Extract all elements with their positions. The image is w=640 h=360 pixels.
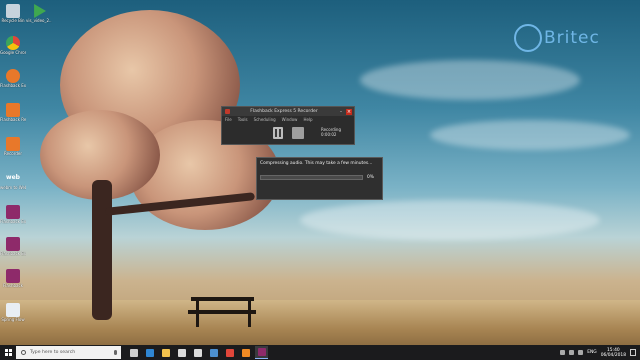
recycle-bin-icon (6, 4, 20, 18)
system-tray: ENG 15:40 06/04/2018 (560, 348, 640, 358)
flashback-express-icon (6, 237, 20, 251)
desktop-icon-recycle-bin[interactable]: Recycle Bin (0, 4, 26, 23)
taskbar-app-file-explorer[interactable] (159, 346, 172, 359)
taskbar-search[interactable]: Type here to search (16, 346, 121, 359)
video-file-icon (34, 4, 46, 18)
recorder-controls: Recording 0:00:02 (222, 123, 354, 143)
menu-help[interactable]: Help (303, 117, 312, 122)
desktop-icon-flashback-express-2[interactable]: Flashback Express (0, 237, 26, 256)
taskbar: Type here to search ENG 15:40 06/04/2018 (0, 345, 640, 360)
recorder-icon (6, 137, 20, 151)
search-placeholder: Type here to search (30, 350, 76, 355)
flashback-icon (6, 269, 20, 283)
desktop-icon-chrome[interactable]: Google Chrome (0, 36, 26, 55)
network-icon[interactable] (569, 350, 575, 355)
menu-window[interactable]: Window (282, 117, 298, 122)
menu-tools[interactable]: Tools (238, 117, 248, 122)
pause-button[interactable] (273, 127, 283, 139)
people-icon[interactable] (560, 350, 566, 355)
compress-dialog: Compressing audio. This may take a few m… (256, 157, 383, 200)
recorder-window: Flashback Express 5 Recorder – × File To… (221, 106, 355, 145)
file-explorer-icon (161, 348, 170, 357)
taskbar-app-edge[interactable] (143, 346, 156, 359)
compress-percent: 0% (367, 175, 374, 180)
chrome-icon (6, 36, 20, 50)
flashback-recorder-icon (6, 103, 20, 117)
taskbar-app-flashback[interactable] (255, 346, 268, 359)
vlc-icon (241, 348, 250, 357)
close-button[interactable]: × (346, 108, 352, 115)
flashback-icon (257, 348, 266, 356)
store-icon (177, 348, 186, 357)
language-indicator[interactable]: ENG (587, 350, 596, 355)
stop-button[interactable] (292, 127, 304, 139)
mail-icon (193, 348, 202, 357)
recorder-title: Flashback Express 5 Recorder (250, 109, 318, 114)
start-button[interactable] (0, 345, 16, 360)
desktop-icon-video[interactable]: vis_video_2... (26, 4, 52, 23)
taskbar-app-vlc[interactable] (239, 346, 252, 359)
volume-icon[interactable] (578, 350, 584, 355)
document-icon (6, 303, 20, 317)
desktop-icon-flashback-1[interactable]: Flashback (0, 269, 26, 288)
globe-icon (514, 24, 542, 52)
menu-file[interactable]: File (225, 117, 232, 122)
menu-scheduling[interactable]: Scheduling (254, 117, 276, 122)
clock-date: 06/04/2018 (600, 352, 626, 358)
edge-icon (145, 348, 154, 357)
desktop-icon-flashback-recorder[interactable]: Flashback Recorder (0, 103, 26, 122)
recorder-menu: File Tools Scheduling Window Help (222, 116, 354, 123)
taskbar-apps (127, 346, 268, 359)
photos-icon (209, 348, 218, 357)
taskbar-app-mail[interactable] (191, 346, 204, 359)
clock[interactable]: 15:40 06/04/2018 (601, 348, 626, 358)
recorder-title-bar[interactable]: Flashback Express 5 Recorder – × (222, 107, 354, 116)
recording-elapsed: 0:00:02 (321, 132, 337, 137)
desktop-icon-spring-flow[interactable]: Spring Flow (0, 303, 26, 322)
taskbar-app-photos[interactable] (207, 346, 220, 359)
chrome-icon (225, 348, 234, 357)
task-view-icon (129, 348, 138, 357)
microphone-icon[interactable] (114, 350, 117, 355)
search-icon (21, 350, 26, 355)
desktop-icon-recorder[interactable]: Recorder (0, 137, 26, 156)
britec-logo: Britec (512, 24, 612, 52)
compress-message: Compressing audio. This may take a few m… (260, 161, 373, 166)
recording-status: Recording 0:00:02 (321, 127, 341, 137)
compress-progress-bar (260, 175, 363, 180)
taskbar-app-store[interactable] (175, 346, 188, 359)
taskbar-app-chrome[interactable] (223, 346, 236, 359)
notifications-icon[interactable] (630, 349, 636, 356)
desktop-icons: Recycle Bin vis_video_2... Google Chrome… (0, 0, 52, 340)
windows-logo-icon (4, 349, 12, 356)
minimize-button[interactable]: – (338, 109, 344, 115)
flashback-express-icon (6, 205, 20, 219)
webm-icon: web (6, 174, 20, 181)
flashback-icon (6, 69, 20, 83)
taskbar-app-task-view[interactable] (127, 346, 140, 359)
desktop-icon-flashback-manager[interactable]: Flashback Express Manager (0, 69, 26, 88)
desktop-icon-flashback-express-1[interactable]: Flashback Express (0, 205, 26, 224)
desktop-icon-webm[interactable]: web webm to WebM (ff... (0, 171, 26, 190)
